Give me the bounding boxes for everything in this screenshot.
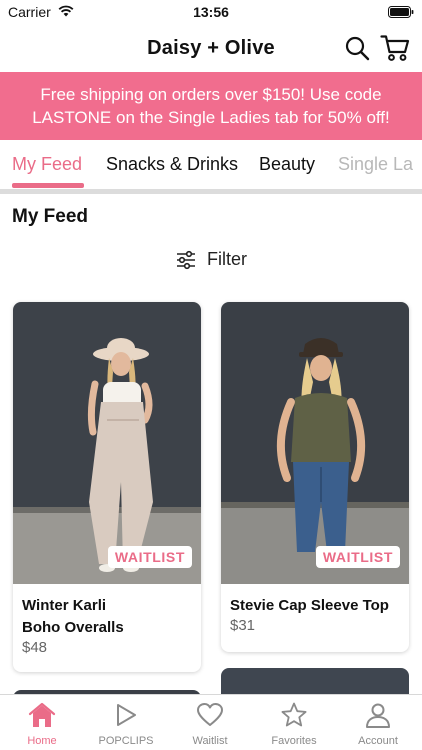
star-icon [281,702,307,727]
nav-label: Account [358,735,398,747]
product-name: Winter Karli Boho Overalls [22,595,192,639]
cart-icon[interactable] [380,34,410,62]
waitlist-badge: WAITLIST [315,546,400,568]
nav-waitlist[interactable]: Waitlist [168,695,252,750]
play-icon [117,704,136,726]
nav-account[interactable]: Account [336,695,420,750]
bottom-tab-bar: Home POPCLIPS Waitlist Favorites Account [0,694,422,750]
product-image-stevie-cap-sleeve-top [221,302,409,584]
status-bar: Carrier 13:56 [0,0,422,26]
product-image-winter-karli [13,302,201,584]
clock: 13:56 [193,4,229,20]
nav-popclips[interactable]: POPCLIPS [84,695,168,750]
tab-snacks-drinks[interactable]: Snacks & Drinks [106,154,238,175]
nav-home[interactable]: Home [0,695,84,750]
product-name: Stevie Cap Sleeve Top [230,597,389,614]
promo-line-2: LASTONE on the Single Ladies tab for 50%… [32,108,390,127]
nav-favorites[interactable]: Favorites [252,695,336,750]
nav-label: Favorites [271,735,317,747]
product-price: $31 [230,617,256,634]
product-name-line-2: Boho Overalls [22,619,124,636]
nav-label: Waitlist [192,735,228,747]
home-icon [28,702,56,727]
active-tab-indicator [12,183,84,188]
product-price: $48 [22,639,48,656]
waitlist-badge: WAITLIST [107,546,192,568]
tabs-divider [0,189,422,194]
promo-line-1: Free shipping on orders over $150! Use c… [40,85,382,104]
promo-banner[interactable]: Free shipping on orders over $150! Use c… [0,72,422,140]
product-name-line-1: Winter Karli [22,597,107,614]
search-icon[interactable] [344,35,370,61]
feed-heading: My Feed [12,206,89,227]
heart-icon [197,703,223,726]
nav-bar: Daisy + Olive [0,26,422,72]
filter-icon [177,250,195,270]
product-card-winter-karli[interactable]: WAITLIST Winter Karli Boho Overalls $48 [13,302,201,672]
nav-label: POPCLIPS [98,735,154,747]
tab-my-feed[interactable]: My Feed [12,154,82,175]
product-card-stevie-cap-sleeve-top[interactable]: WAITLIST Stevie Cap Sleeve Top $31 [221,302,409,652]
tab-single-ladies[interactable]: Single La [338,154,413,175]
nav-label: Home [27,735,57,747]
battery-icon [388,6,414,18]
tab-beauty[interactable]: Beauty [259,154,315,175]
person-icon [366,703,390,728]
filter-label: Filter [207,249,247,269]
